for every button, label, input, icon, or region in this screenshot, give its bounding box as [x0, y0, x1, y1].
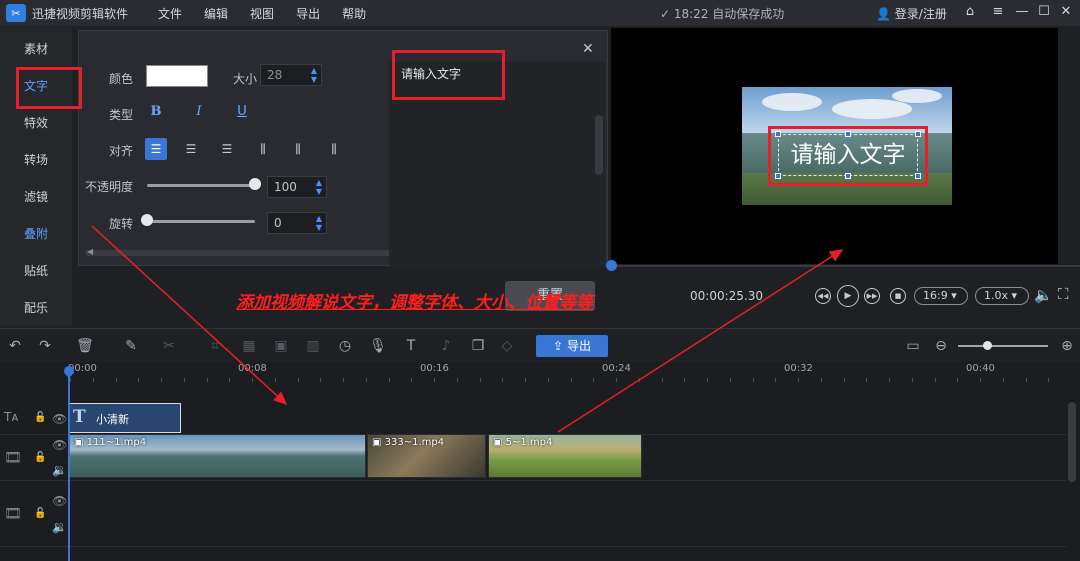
annotation-arrow [91, 225, 288, 406]
annotation-caption: 添加视频解说文字，调整字体、大小、位置等等 [236, 293, 593, 313]
annotation-arrow [557, 249, 844, 433]
annotation-arrows [91, 225, 844, 433]
